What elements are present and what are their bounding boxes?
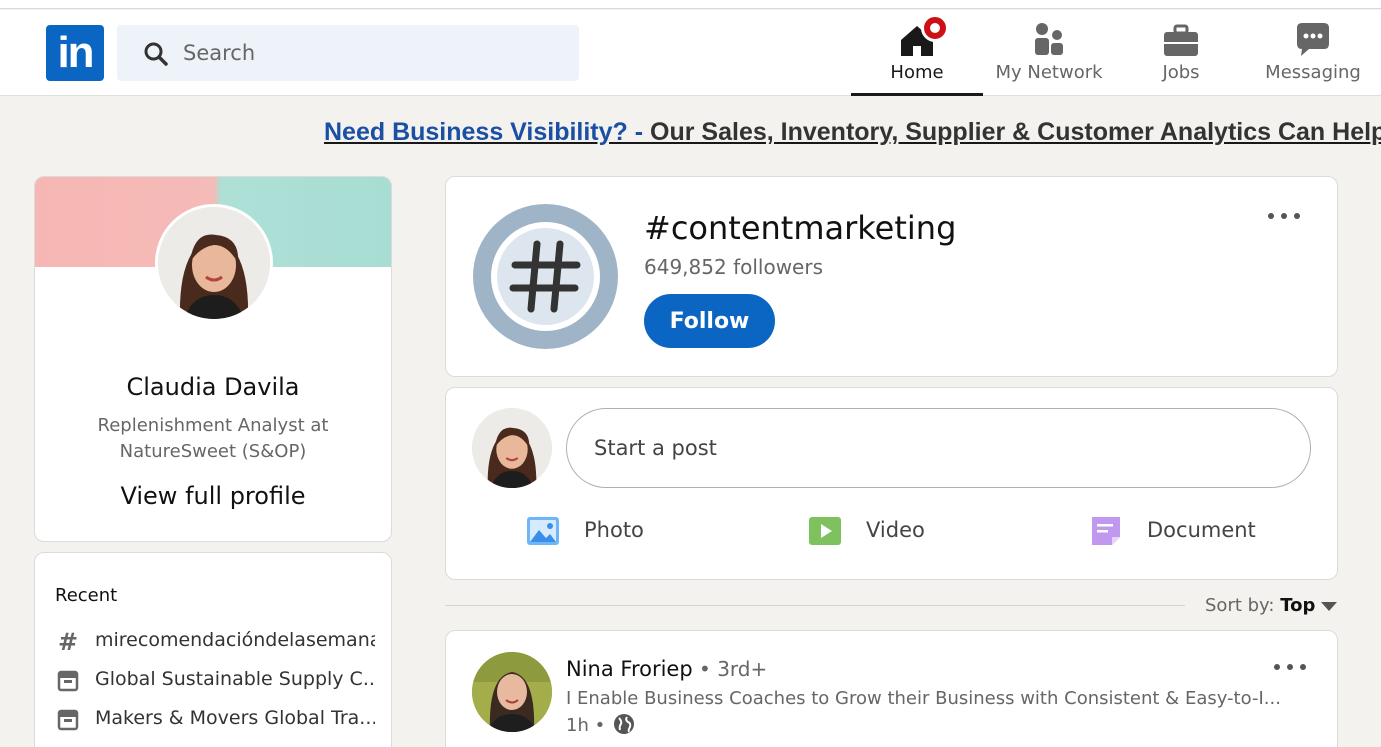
- video-action[interactable]: Video: [808, 512, 988, 552]
- more-options-icon[interactable]: [1272, 657, 1312, 677]
- event-icon: [57, 670, 79, 692]
- recent-item-label: Global Sustainable Supply C...: [95, 668, 375, 690]
- document-icon: [1092, 517, 1120, 545]
- author-bio: I Enable Business Coaches to Grow their …: [566, 688, 1281, 709]
- video-label: Video: [866, 518, 925, 542]
- follow-button[interactable]: Follow: [644, 294, 775, 348]
- author-photo: [472, 652, 552, 732]
- window-top-edge: [0, 0, 1381, 9]
- sort-value: Top: [1280, 595, 1316, 616]
- messaging-icon: [1297, 23, 1329, 56]
- profile-card: Claudia Davila Replenishment Analyst at …: [34, 176, 392, 542]
- recent-item[interactable]: Global Sustainable Supply C...: [55, 666, 375, 696]
- recent-item[interactable]: Makers & Movers Global Tra...: [55, 705, 375, 735]
- ad-link[interactable]: Need Business Visibility? -: [324, 118, 650, 146]
- more-options-icon[interactable]: [1266, 206, 1306, 226]
- document-label: Document: [1147, 518, 1256, 542]
- sort-prefix: Sort by:: [1205, 595, 1275, 616]
- post-composer: Start a post Photo Video Document: [445, 387, 1338, 580]
- sort-dropdown[interactable]: Sort by: Top: [1205, 595, 1338, 616]
- post-time: 1h •: [566, 715, 606, 736]
- ad-banner[interactable]: Need Business Visibility? - Our Sales, I…: [324, 118, 1381, 147]
- nav-home-label: Home: [890, 62, 944, 83]
- notification-badge: [921, 14, 949, 42]
- connection-degree: • 3rd+: [692, 657, 768, 681]
- hashtag-card: #contentmarketing 649,852 followers Foll…: [445, 176, 1338, 377]
- globe-icon: [613, 714, 634, 734]
- photo-action[interactable]: Photo: [526, 512, 706, 552]
- photo-icon: [527, 517, 559, 545]
- document-action[interactable]: Document: [1089, 512, 1289, 552]
- hashtag-logo: [473, 204, 618, 349]
- post-meta: 1h •: [566, 713, 635, 736]
- nav-my-network-label: My Network: [995, 62, 1103, 83]
- hashtag-icon: [509, 240, 581, 313]
- caret-down-icon: [1321, 601, 1338, 611]
- view-full-profile-link[interactable]: View full profile: [35, 482, 391, 510]
- search-icon: [144, 42, 168, 66]
- event-icon: [57, 709, 79, 731]
- recent-item-label: Makers & Movers Global Tra...: [95, 707, 375, 729]
- ad-text[interactable]: Our Sales, Inventory, Supplier & Custome…: [650, 118, 1381, 146]
- author-name-line[interactable]: Nina Froriep • 3rd+: [566, 657, 767, 681]
- recent-item[interactable]: # mirecomendacióndelasemana: [55, 627, 375, 657]
- nav-my-network[interactable]: My Network: [983, 10, 1115, 96]
- hashtag-icon: #: [57, 628, 79, 656]
- recent-card: Recent # mirecomendacióndelasemana Globa…: [34, 552, 392, 747]
- briefcase-icon: [1164, 24, 1198, 56]
- photo-label: Photo: [584, 518, 644, 542]
- feed-divider: [445, 605, 1185, 606]
- hashtag-title: #contentmarketing: [644, 209, 957, 247]
- nav-home[interactable]: Home: [851, 10, 983, 96]
- user-photo: [472, 408, 552, 488]
- nav-messaging-label: Messaging: [1265, 62, 1361, 83]
- composer-avatar[interactable]: [472, 408, 552, 488]
- nav-messaging[interactable]: Messaging: [1247, 10, 1379, 96]
- nav-jobs[interactable]: Jobs: [1115, 10, 1247, 96]
- search-box[interactable]: [117, 25, 579, 81]
- start-post-button[interactable]: Start a post: [566, 408, 1311, 488]
- video-icon: [809, 517, 841, 545]
- author-name[interactable]: Nina Froriep: [566, 657, 693, 681]
- recent-heading: Recent: [55, 585, 118, 606]
- profile-name[interactable]: Claudia Davila: [35, 373, 391, 401]
- nav-jobs-label: Jobs: [1162, 62, 1200, 83]
- hashtag-followers: 649,852 followers: [644, 255, 823, 279]
- linkedin-logo[interactable]: in: [46, 25, 104, 81]
- author-avatar[interactable]: [472, 652, 552, 732]
- feed-post: Nina Froriep • 3rd+ I Enable Business Co…: [445, 630, 1338, 747]
- profile-headline: Replenishment Analyst at NatureSweet (S&…: [97, 415, 329, 462]
- network-icon: [1035, 23, 1063, 55]
- profile-avatar[interactable]: [155, 204, 273, 322]
- profile-photo: [158, 207, 270, 319]
- recent-item-label: mirecomendacióndelasemana: [95, 629, 375, 651]
- top-nav: in Home My Network Jobs: [0, 10, 1381, 96]
- search-input[interactable]: [183, 25, 563, 81]
